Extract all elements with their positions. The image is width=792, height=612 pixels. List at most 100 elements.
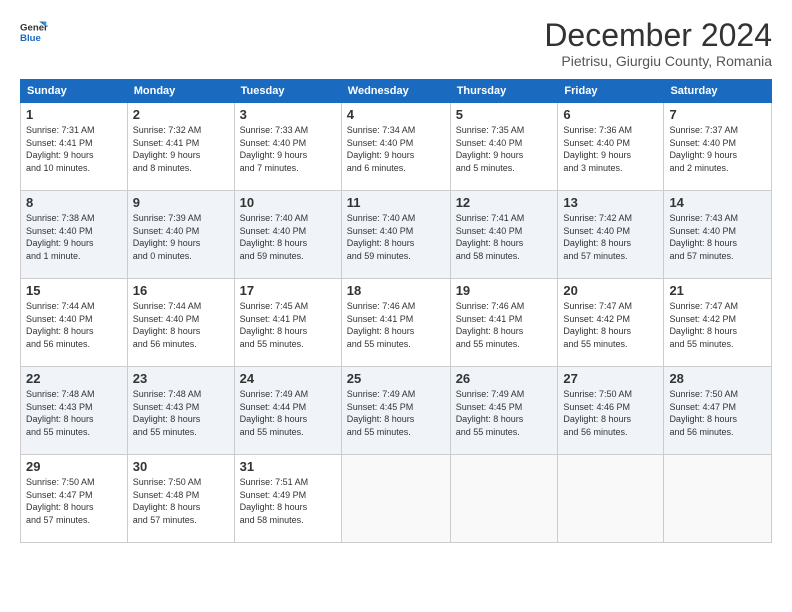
- calendar-cell: 1 Sunrise: 7:31 AMSunset: 4:41 PMDaylight…: [21, 103, 128, 191]
- calendar-cell: 2Sunrise: 7:32 AMSunset: 4:41 PMDaylight…: [127, 103, 234, 191]
- day-number: 11: [347, 195, 445, 210]
- calendar-week-3: 22 Sunrise: 7:48 AMSunset: 4:43 PMDayligh…: [21, 367, 772, 455]
- subtitle: Pietrisu, Giurgiu County, Romania: [544, 53, 772, 69]
- calendar-cell: 24 Sunrise: 7:49 AMSunset: 4:44 PMDayligh…: [234, 367, 341, 455]
- calendar-cell: [558, 455, 664, 543]
- header: General Blue December 2024 Pietrisu, Giu…: [20, 18, 772, 69]
- day-number: 26: [456, 371, 553, 386]
- calendar-cell: 5Sunrise: 7:35 AMSunset: 4:40 PMDaylight…: [450, 103, 558, 191]
- day-number: 4: [347, 107, 445, 122]
- col-sunday: Sunday: [21, 80, 128, 103]
- calendar-cell: 4 Sunrise: 7:34 AMSunset: 4:40 PMDaylight…: [341, 103, 450, 191]
- day-info: Sunrise: 7:41 AMSunset: 4:40 PMDaylight:…: [456, 212, 553, 262]
- day-info: Sunrise: 7:34 AMSunset: 4:40 PMDaylight:…: [347, 124, 445, 174]
- day-number: 7: [669, 107, 766, 122]
- logo-icon: General Blue: [20, 18, 48, 46]
- day-info: Sunrise: 7:45 AMSunset: 4:41 PMDaylight:…: [240, 300, 336, 350]
- day-info: Sunrise: 7:36 AMSunset: 4:40 PMDaylight:…: [563, 124, 658, 174]
- day-number: 14: [669, 195, 766, 210]
- day-number: 25: [347, 371, 445, 386]
- day-number: 23: [133, 371, 229, 386]
- calendar-week-2: 15 Sunrise: 7:44 AMSunset: 4:40 PMDayligh…: [21, 279, 772, 367]
- calendar-cell: 17 Sunrise: 7:45 AMSunset: 4:41 PMDayligh…: [234, 279, 341, 367]
- calendar-week-4: 29Sunrise: 7:50 AMSunset: 4:47 PMDayligh…: [21, 455, 772, 543]
- day-info: Sunrise: 7:47 AMSunset: 4:42 PMDaylight:…: [669, 300, 766, 350]
- day-info: Sunrise: 7:50 AMSunset: 4:46 PMDaylight:…: [563, 388, 658, 438]
- day-info: Sunrise: 7:46 AMSunset: 4:41 PMDaylight:…: [456, 300, 553, 350]
- calendar-cell: 29Sunrise: 7:50 AMSunset: 4:47 PMDayligh…: [21, 455, 128, 543]
- main-title: December 2024: [544, 18, 772, 53]
- calendar-cell: 25 Sunrise: 7:49 AMSunset: 4:45 PMDayligh…: [341, 367, 450, 455]
- calendar-week-1: 8 Sunrise: 7:38 AMSunset: 4:40 PMDaylight…: [21, 191, 772, 279]
- day-info: Sunrise: 7:37 AMSunset: 4:40 PMDaylight:…: [669, 124, 766, 174]
- day-info: Sunrise: 7:43 AMSunset: 4:40 PMDaylight:…: [669, 212, 766, 262]
- calendar-cell: 20 Sunrise: 7:47 AMSunset: 4:42 PMDayligh…: [558, 279, 664, 367]
- calendar-week-0: 1 Sunrise: 7:31 AMSunset: 4:41 PMDaylight…: [21, 103, 772, 191]
- calendar-cell: 30Sunrise: 7:50 AMSunset: 4:48 PMDayligh…: [127, 455, 234, 543]
- day-number: 21: [669, 283, 766, 298]
- day-number: 2: [133, 107, 229, 122]
- calendar-cell: 9Sunrise: 7:39 AMSunset: 4:40 PMDaylight…: [127, 191, 234, 279]
- calendar-cell: 19 Sunrise: 7:46 AMSunset: 4:41 PMDayligh…: [450, 279, 558, 367]
- calendar-cell: [341, 455, 450, 543]
- calendar-cell: 3Sunrise: 7:33 AMSunset: 4:40 PMDaylight…: [234, 103, 341, 191]
- calendar-cell: 16Sunrise: 7:44 AMSunset: 4:40 PMDayligh…: [127, 279, 234, 367]
- calendar-cell: 26 Sunrise: 7:49 AMSunset: 4:45 PMDayligh…: [450, 367, 558, 455]
- logo: General Blue: [20, 18, 48, 46]
- day-number: 22: [26, 371, 122, 386]
- col-monday: Monday: [127, 80, 234, 103]
- day-number: 12: [456, 195, 553, 210]
- col-saturday: Saturday: [664, 80, 772, 103]
- page: General Blue December 2024 Pietrisu, Giu…: [0, 0, 792, 612]
- day-number: 9: [133, 195, 229, 210]
- day-info: Sunrise: 7:48 AMSunset: 4:43 PMDaylight:…: [133, 388, 229, 438]
- calendar-cell: 12 Sunrise: 7:41 AMSunset: 4:40 PMDayligh…: [450, 191, 558, 279]
- day-number: 1: [26, 107, 122, 122]
- calendar-table: Sunday Monday Tuesday Wednesday Thursday…: [20, 79, 772, 543]
- day-info: Sunrise: 7:49 AMSunset: 4:45 PMDaylight:…: [347, 388, 445, 438]
- day-number: 8: [26, 195, 122, 210]
- day-info: Sunrise: 7:38 AMSunset: 4:40 PMDaylight:…: [26, 212, 122, 262]
- day-info: Sunrise: 7:47 AMSunset: 4:42 PMDaylight:…: [563, 300, 658, 350]
- day-number: 28: [669, 371, 766, 386]
- day-number: 15: [26, 283, 122, 298]
- day-number: 6: [563, 107, 658, 122]
- day-info: Sunrise: 7:31 AMSunset: 4:41 PMDaylight:…: [26, 124, 122, 174]
- calendar-cell: 10 Sunrise: 7:40 AMSunset: 4:40 PMDayligh…: [234, 191, 341, 279]
- day-number: 31: [240, 459, 336, 474]
- day-info: Sunrise: 7:50 AMSunset: 4:47 PMDaylight:…: [669, 388, 766, 438]
- day-number: 20: [563, 283, 658, 298]
- col-tuesday: Tuesday: [234, 80, 341, 103]
- day-info: Sunrise: 7:40 AMSunset: 4:40 PMDaylight:…: [347, 212, 445, 262]
- calendar-cell: 21 Sunrise: 7:47 AMSunset: 4:42 PMDayligh…: [664, 279, 772, 367]
- calendar-cell: 6 Sunrise: 7:36 AMSunset: 4:40 PMDaylight…: [558, 103, 664, 191]
- calendar-cell: 15 Sunrise: 7:44 AMSunset: 4:40 PMDayligh…: [21, 279, 128, 367]
- title-block: December 2024 Pietrisu, Giurgiu County, …: [544, 18, 772, 69]
- svg-text:Blue: Blue: [20, 33, 41, 44]
- day-info: Sunrise: 7:49 AMSunset: 4:45 PMDaylight:…: [456, 388, 553, 438]
- col-wednesday: Wednesday: [341, 80, 450, 103]
- calendar-cell: 13Sunrise: 7:42 AMSunset: 4:40 PMDayligh…: [558, 191, 664, 279]
- day-info: Sunrise: 7:49 AMSunset: 4:44 PMDaylight:…: [240, 388, 336, 438]
- day-number: 17: [240, 283, 336, 298]
- calendar-cell: [664, 455, 772, 543]
- day-number: 10: [240, 195, 336, 210]
- day-info: Sunrise: 7:40 AMSunset: 4:40 PMDaylight:…: [240, 212, 336, 262]
- calendar-cell: [450, 455, 558, 543]
- day-number: 19: [456, 283, 553, 298]
- day-number: 13: [563, 195, 658, 210]
- day-number: 18: [347, 283, 445, 298]
- col-thursday: Thursday: [450, 80, 558, 103]
- day-info: Sunrise: 7:51 AMSunset: 4:49 PMDaylight:…: [240, 476, 336, 526]
- calendar-cell: 14 Sunrise: 7:43 AMSunset: 4:40 PMDayligh…: [664, 191, 772, 279]
- day-number: 29: [26, 459, 122, 474]
- col-friday: Friday: [558, 80, 664, 103]
- calendar-cell: 22Sunrise: 7:48 AMSunset: 4:43 PMDayligh…: [21, 367, 128, 455]
- day-info: Sunrise: 7:44 AMSunset: 4:40 PMDaylight:…: [26, 300, 122, 350]
- day-number: 24: [240, 371, 336, 386]
- day-info: Sunrise: 7:46 AMSunset: 4:41 PMDaylight:…: [347, 300, 445, 350]
- day-info: Sunrise: 7:35 AMSunset: 4:40 PMDaylight:…: [456, 124, 553, 174]
- calendar-cell: 23 Sunrise: 7:48 AMSunset: 4:43 PMDayligh…: [127, 367, 234, 455]
- calendar-cell: 8 Sunrise: 7:38 AMSunset: 4:40 PMDaylight…: [21, 191, 128, 279]
- day-number: 3: [240, 107, 336, 122]
